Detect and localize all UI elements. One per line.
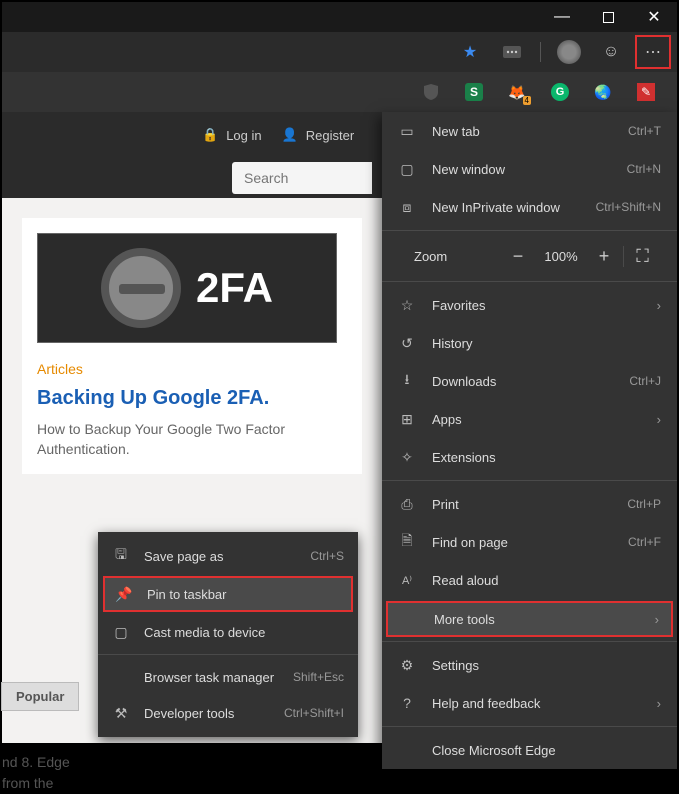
- menu-extensions[interactable]: ✧Extensions: [382, 438, 677, 476]
- menu-more-tools[interactable]: More tools›: [386, 601, 673, 637]
- search-input[interactable]: [232, 162, 372, 194]
- zoom-label: Zoom: [398, 249, 499, 264]
- devtools-icon: ⚒: [112, 705, 130, 722]
- menu-inprivate[interactable]: ⧈New InPrivate windowCtrl+Shift+N: [382, 188, 677, 226]
- grammarly-icon[interactable]: G: [551, 83, 569, 101]
- submenu-dev-tools[interactable]: ⚒Developer toolsCtrl+Shift+I: [98, 695, 358, 731]
- titlebar: — ✕: [2, 2, 677, 32]
- bookmark-star-button[interactable]: ★: [452, 35, 488, 69]
- menu-close-edge[interactable]: Close Microsoft Edge: [382, 731, 677, 769]
- article-category[interactable]: Articles: [37, 361, 347, 377]
- article-title[interactable]: Backing Up Google 2FA.: [37, 387, 347, 410]
- read-aloud-icon: A⁾: [398, 574, 416, 587]
- menu-settings[interactable]: ⚙Settings: [382, 646, 677, 684]
- menu-downloads[interactable]: ⭳DownloadsCtrl+J: [382, 362, 677, 400]
- more-menu-button[interactable]: ⋯: [635, 35, 671, 69]
- window-icon: ▢: [398, 161, 416, 178]
- reading-list-button[interactable]: [494, 35, 530, 69]
- chevron-right-icon: ›: [655, 612, 659, 627]
- close-button[interactable]: ✕: [631, 2, 677, 32]
- menu-find[interactable]: 🗎Find on pageCtrl+F: [382, 523, 677, 561]
- main-context-menu: ▭New tabCtrl+T ▢New windowCtrl+N ⧈New In…: [382, 112, 677, 769]
- apps-icon: ⊞: [398, 411, 416, 428]
- inprivate-icon: ⧈: [398, 199, 416, 216]
- menu-help[interactable]: ?Help and feedback›: [382, 684, 677, 722]
- pin-icon: 📌: [115, 586, 133, 603]
- menu-zoom: Zoom − 100% + ⛶: [382, 235, 677, 277]
- chevron-right-icon: ›: [657, 298, 661, 313]
- submenu-save-page[interactable]: 🖫Save page asCtrl+S: [98, 538, 358, 574]
- extension-flag-icon[interactable]: 🌏: [593, 82, 613, 102]
- feedback-smile-button[interactable]: ☺: [593, 35, 629, 69]
- extension-fox-icon[interactable]: 🦊4: [507, 82, 527, 102]
- profile-avatar[interactable]: [551, 35, 587, 69]
- save-icon: 🖫: [112, 544, 130, 568]
- find-icon: 🗎: [398, 530, 416, 554]
- help-icon: ?: [398, 695, 416, 711]
- history-icon: ↺: [398, 335, 416, 352]
- zoom-in-button[interactable]: +: [585, 246, 623, 267]
- minimize-button[interactable]: —: [539, 2, 585, 32]
- popular-tab[interactable]: Popular: [1, 682, 79, 711]
- chevron-right-icon: ›: [657, 412, 661, 427]
- zoom-out-button[interactable]: −: [499, 246, 537, 267]
- menu-new-tab[interactable]: ▭New tabCtrl+T: [382, 112, 677, 150]
- person-icon: 👤: [282, 127, 298, 143]
- zoom-value: 100%: [537, 249, 585, 264]
- menu-print[interactable]: ⎙PrintCtrl+P: [382, 485, 677, 523]
- chevron-right-icon: ›: [657, 696, 661, 711]
- authenticator-icon: [101, 248, 181, 328]
- extensions-bar: S 🦊4 G 🌏 ✎: [2, 72, 677, 112]
- article-banner: 2FA: [37, 233, 337, 343]
- submenu-task-manager[interactable]: Browser task managerShift+Esc: [98, 659, 358, 695]
- extension-pen-icon[interactable]: ✎: [637, 83, 655, 101]
- menu-read-aloud[interactable]: A⁾Read aloud: [382, 561, 677, 599]
- article-card: 2FA Articles Backing Up Google 2FA. How …: [22, 218, 362, 474]
- register-link[interactable]: 👤Register: [282, 127, 355, 143]
- lock-icon: 🔒: [202, 127, 218, 143]
- menu-history[interactable]: ↺History: [382, 324, 677, 362]
- banner-text: 2FA: [196, 264, 273, 312]
- submenu-cast[interactable]: ▢Cast media to device: [98, 614, 358, 650]
- more-tools-submenu: 🖫Save page asCtrl+S 📌Pin to taskbar ▢Cas…: [98, 532, 358, 737]
- menu-new-window[interactable]: ▢New windowCtrl+N: [382, 150, 677, 188]
- cast-icon: ▢: [112, 624, 130, 641]
- menu-favorites[interactable]: ☆Favorites›: [382, 286, 677, 324]
- download-icon: ⭳: [398, 369, 416, 393]
- browser-toolbar: ★ ☺ ⋯: [2, 32, 677, 72]
- tab-icon: ▭: [398, 123, 416, 140]
- fullscreen-button[interactable]: ⛶: [623, 246, 661, 267]
- maximize-button[interactable]: [585, 2, 631, 32]
- print-icon: ⎙: [398, 496, 416, 513]
- sidebar-text: nd 8. Edgefrom the: [2, 752, 70, 794]
- article-description: How to Backup Your Google Two Factor Aut…: [37, 420, 347, 459]
- menu-apps[interactable]: ⊞Apps›: [382, 400, 677, 438]
- extensions-icon: ✧: [398, 449, 416, 466]
- extension-s-icon[interactable]: S: [465, 83, 483, 101]
- gear-icon: ⚙: [398, 657, 416, 674]
- ublock-icon[interactable]: [421, 82, 441, 102]
- star-icon: ☆: [398, 297, 416, 314]
- submenu-pin-taskbar[interactable]: 📌Pin to taskbar: [103, 576, 353, 612]
- login-link[interactable]: 🔒Log in: [202, 127, 262, 143]
